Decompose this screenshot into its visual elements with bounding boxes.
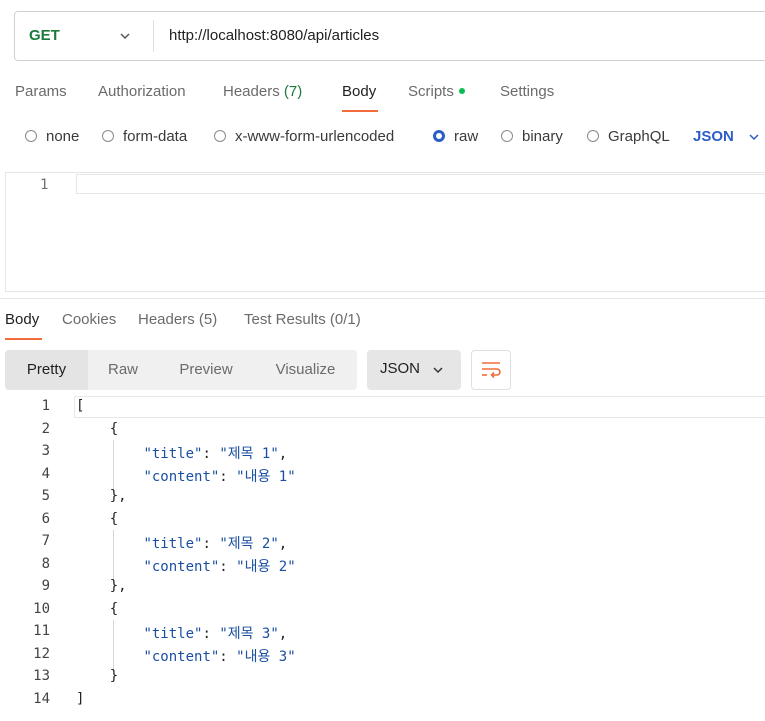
tab-count: (7) bbox=[283, 83, 303, 100]
line-number: 8 bbox=[41, 555, 50, 572]
chevron-down-icon[interactable] bbox=[432, 364, 444, 376]
json-value: "제목 2" bbox=[219, 536, 279, 552]
response-tab-headers[interactable]: Headers (5) bbox=[138, 310, 217, 330]
url-bar: GET http://localhost:8080/api/articles bbox=[14, 11, 765, 61]
tab-settings[interactable]: Settings bbox=[500, 82, 554, 102]
json-key: "content" bbox=[143, 648, 220, 665]
wrap-lines-icon bbox=[482, 362, 501, 379]
method-select[interactable]: GET bbox=[29, 12, 60, 60]
code-line: }, bbox=[76, 488, 127, 504]
view-pretty[interactable]: Pretty bbox=[5, 350, 88, 390]
code-line: "content": "내용 1" bbox=[143, 468, 296, 485]
active-response-tab-indicator bbox=[5, 338, 42, 340]
json-value: "제목 3" bbox=[219, 626, 279, 642]
view-visualize[interactable]: Visualize bbox=[254, 350, 357, 390]
json-value: "내용 2" bbox=[236, 558, 296, 575]
line-number: 4 bbox=[41, 465, 50, 482]
active-tab-indicator bbox=[342, 110, 378, 112]
url-input[interactable]: http://localhost:8080/api/articles bbox=[169, 12, 379, 60]
code-line: { bbox=[76, 510, 119, 527]
tab-headers[interactable]: Headers (7) bbox=[223, 82, 302, 102]
line-number: 1 bbox=[41, 398, 50, 414]
radio-raw[interactable] bbox=[433, 130, 445, 142]
radio-none[interactable] bbox=[25, 130, 37, 142]
pane-divider[interactable] bbox=[0, 298, 765, 299]
radio-label-none[interactable]: none bbox=[46, 128, 79, 146]
json-value: "내용 3" bbox=[236, 648, 296, 665]
tab-label: Body bbox=[5, 311, 40, 328]
view-raw[interactable]: Raw bbox=[88, 350, 158, 390]
radio-urlencoded[interactable] bbox=[214, 130, 226, 142]
line-number: 12 bbox=[33, 645, 50, 662]
tab-label: Params bbox=[15, 83, 67, 100]
line-number: 13 bbox=[33, 668, 50, 684]
radio-label-urlencoded[interactable]: x-www-form-urlencoded bbox=[235, 128, 394, 146]
code-line: "content": "내용 3" bbox=[143, 648, 296, 665]
code-line: } bbox=[76, 668, 119, 684]
code-line: "title": "제목 1", bbox=[143, 446, 288, 462]
radio-binary[interactable] bbox=[501, 130, 513, 142]
json-key: "title" bbox=[143, 446, 203, 462]
raw-format-select[interactable]: JSON bbox=[693, 128, 734, 146]
status-dot-icon bbox=[458, 88, 465, 95]
editor-current-line[interactable] bbox=[76, 174, 765, 194]
tab-label: Settings bbox=[500, 83, 555, 100]
chevron-down-icon[interactable] bbox=[748, 131, 760, 143]
wrap-lines-button[interactable] bbox=[471, 350, 511, 390]
tab-authorization[interactable]: Authorization bbox=[98, 82, 186, 102]
response-tab-cookies[interactable]: Cookies bbox=[62, 310, 116, 330]
tab-params[interactable]: Params bbox=[15, 82, 67, 102]
line-number: 6 bbox=[41, 510, 50, 527]
tab-label: Headers bbox=[138, 311, 195, 328]
line-number: 2 bbox=[41, 420, 50, 437]
line-number: 5 bbox=[41, 488, 50, 504]
tab-label: Cookies bbox=[62, 311, 117, 328]
json-key: "content" bbox=[143, 468, 220, 485]
tab-count: (5) bbox=[198, 311, 218, 328]
response-tab-body[interactable]: Body bbox=[5, 310, 39, 330]
tab-label: Scripts bbox=[408, 83, 454, 100]
code-line: "content": "내용 2" bbox=[143, 558, 296, 575]
tab-count: (0/1) bbox=[329, 311, 361, 328]
radio-label-raw[interactable]: raw bbox=[454, 128, 478, 146]
code-line: ] bbox=[76, 690, 85, 707]
editor-line-number: 1 bbox=[40, 177, 49, 193]
response-tab-test-results[interactable]: Test Results (0/1) bbox=[244, 310, 361, 330]
line-number: 9 bbox=[41, 578, 50, 594]
code-line: { bbox=[76, 420, 119, 437]
view-preview[interactable]: Preview bbox=[158, 350, 254, 390]
json-value: "내용 1" bbox=[236, 468, 296, 485]
radio-label-graphql[interactable]: GraphQL bbox=[608, 128, 670, 146]
json-key: "content" bbox=[143, 558, 220, 575]
line-number: 3 bbox=[41, 443, 50, 459]
json-key: "title" bbox=[143, 626, 203, 642]
radio-label-form-data[interactable]: form-data bbox=[123, 128, 187, 146]
response-format-label: JSON bbox=[380, 360, 421, 377]
tab-body[interactable]: Body bbox=[342, 82, 376, 102]
tab-label: Test Results bbox=[244, 311, 326, 328]
line-number: 7 bbox=[41, 533, 50, 549]
radio-label-binary[interactable]: binary bbox=[522, 128, 563, 146]
radio-form-data[interactable] bbox=[102, 130, 114, 142]
code-line: "title": "제목 3", bbox=[143, 626, 288, 642]
radio-graphql[interactable] bbox=[587, 130, 599, 142]
chevron-down-icon[interactable] bbox=[119, 30, 131, 42]
code-line: }, bbox=[76, 578, 127, 594]
json-key: "title" bbox=[143, 536, 203, 552]
tab-label: Headers bbox=[223, 83, 280, 100]
line-number: 14 bbox=[33, 690, 50, 707]
line-number: 11 bbox=[33, 623, 50, 639]
url-divider bbox=[153, 20, 154, 52]
tab-label: Body bbox=[342, 83, 377, 100]
code-line: [ bbox=[76, 398, 85, 414]
json-value: "제목 1" bbox=[219, 446, 279, 462]
line-number: 10 bbox=[33, 600, 50, 617]
tab-scripts[interactable]: Scripts bbox=[408, 82, 465, 102]
tab-label: Authorization bbox=[98, 83, 186, 100]
code-line: { bbox=[76, 600, 119, 617]
code-line: "title": "제목 2", bbox=[143, 536, 288, 552]
response-body-viewer[interactable]: 1 2 3 4 5 6 7 8 9 10 11 12 13 14[ { "title": "제목 1", … bbox=[0, 395, 765, 721]
